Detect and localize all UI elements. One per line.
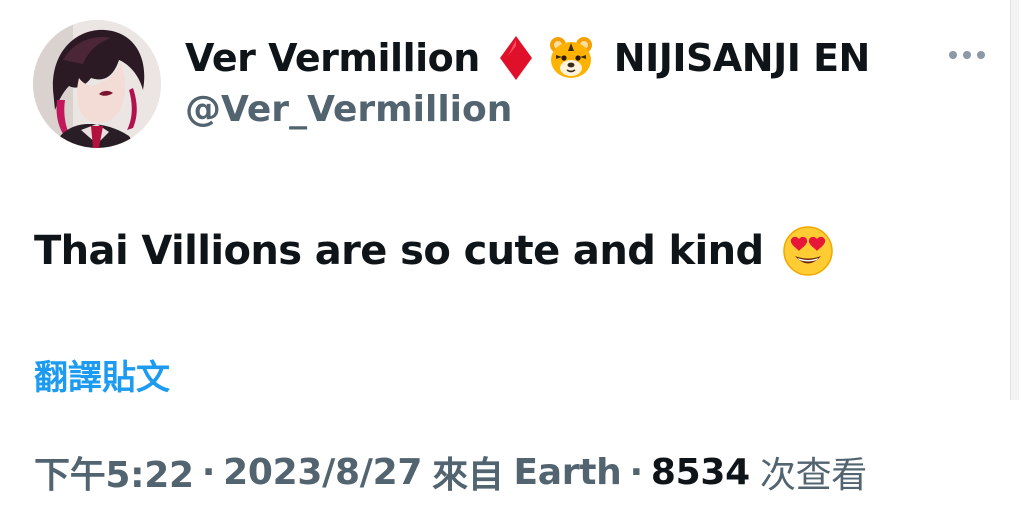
author-org-text: NIJISANJI EN xyxy=(613,36,871,80)
tweet-body: Thai Villions are so cute and kind xyxy=(34,222,834,280)
tweet-meta: 下午5:22 · 2023/8/27 來自 Earth · 8534 次查看 xyxy=(34,445,867,499)
meta-separator: · xyxy=(201,451,216,493)
heart-eyes-emoji-icon xyxy=(782,225,834,277)
meta-separator: · xyxy=(629,451,643,493)
more-options-button[interactable] xyxy=(945,40,989,70)
views-count[interactable]: 8534 xyxy=(651,452,750,493)
tweet-time[interactable]: 下午5:22 xyxy=(34,446,194,498)
author-handle[interactable]: @Ver_Vermillion xyxy=(185,84,512,136)
tweet-text: Thai Villions are so cute and kind xyxy=(34,228,764,274)
translate-post-link[interactable]: 翻譯貼文 xyxy=(34,354,170,402)
scrollbar[interactable] xyxy=(1010,0,1019,400)
avatar-image xyxy=(33,20,161,148)
avatar[interactable] xyxy=(33,20,161,148)
author-name-text: Ver Vermillion xyxy=(185,36,480,80)
views-label: 次查看 xyxy=(759,455,867,496)
red-diamond-icon xyxy=(498,34,534,82)
tiger-face-icon xyxy=(548,35,594,81)
source-prefix: 來自 xyxy=(432,455,504,496)
tweet-source: Earth xyxy=(513,451,622,493)
author-display-name[interactable]: Ver Vermillion NIJISANJI EN xyxy=(185,30,870,86)
tweet-date[interactable]: 2023/8/27 xyxy=(223,452,422,493)
more-dots-icon xyxy=(949,51,985,59)
